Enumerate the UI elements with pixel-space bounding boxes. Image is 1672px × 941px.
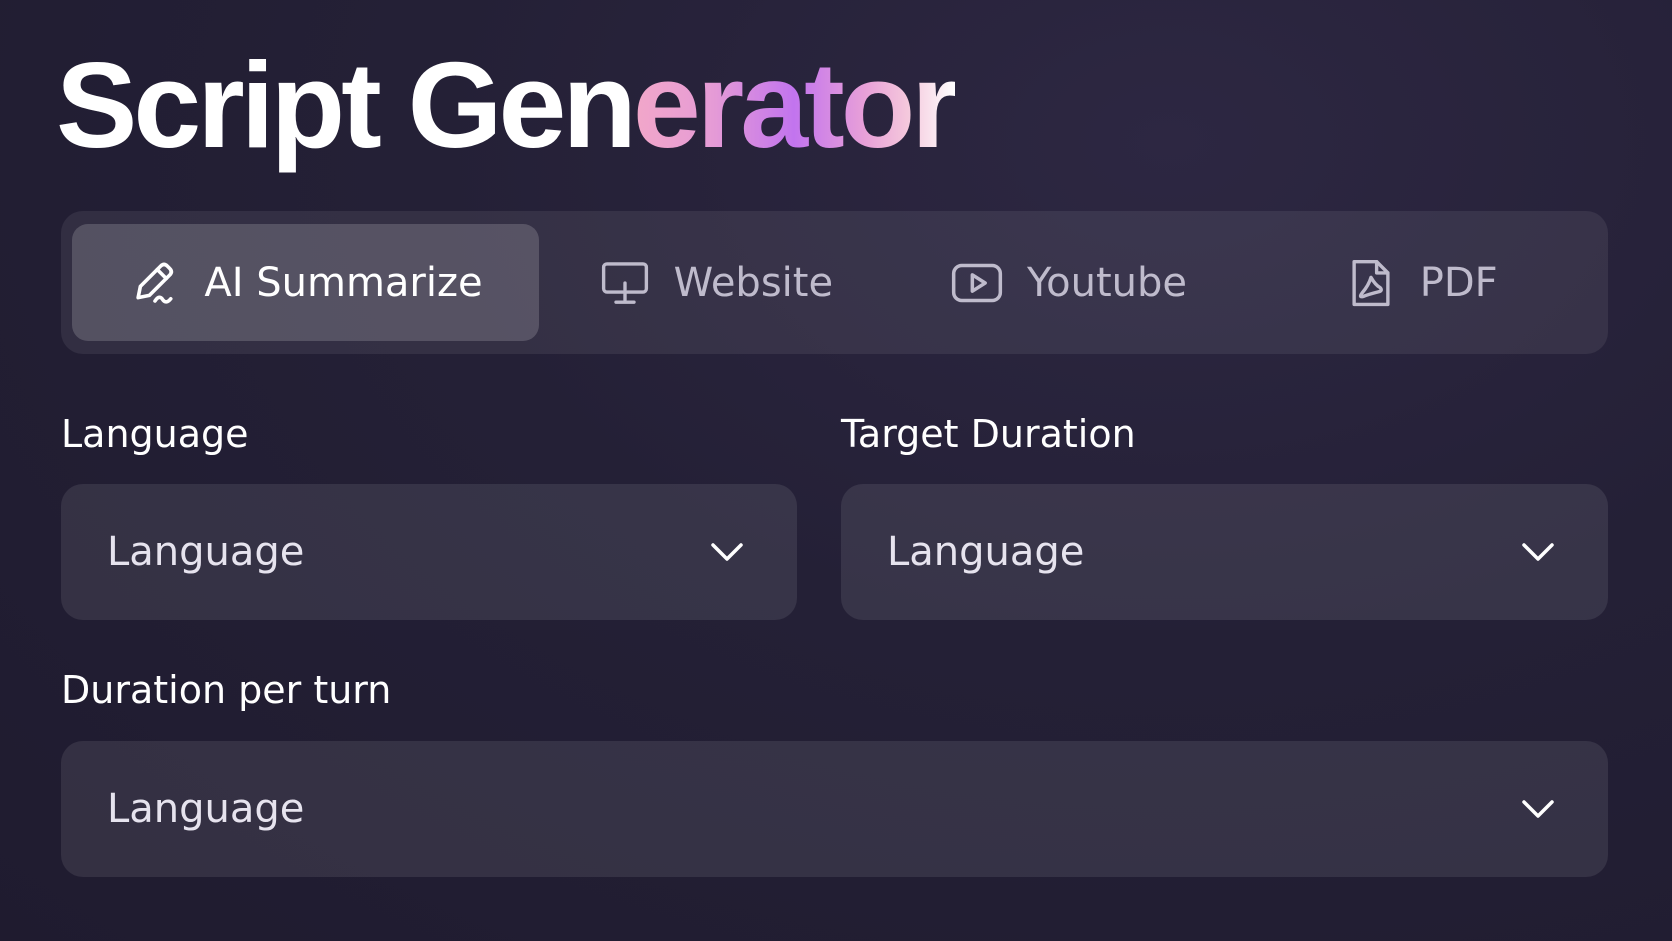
monitor-icon (598, 256, 652, 310)
chevron-down-icon (1518, 532, 1558, 572)
tab-label: Youtube (1027, 259, 1187, 306)
tab-label: PDF (1419, 259, 1498, 306)
source-tabs: AI Summarize Website Youtube PDF (61, 211, 1608, 354)
duration-per-turn-select-value: Language (107, 786, 305, 832)
tab-ai-summarize[interactable]: AI Summarize (72, 224, 539, 341)
target-duration-select-value: Language (887, 529, 1085, 575)
tab-label: Website (673, 259, 834, 306)
chevron-down-icon (1518, 789, 1558, 829)
tab-youtube[interactable]: Youtube (892, 224, 1245, 341)
duration-per-turn-label: Duration per turn (61, 668, 392, 712)
title-accent-text: erator (632, 37, 959, 173)
tab-website[interactable]: Website (539, 224, 892, 341)
language-select-value: Language (107, 529, 305, 575)
tab-pdf[interactable]: PDF (1244, 224, 1597, 341)
target-duration-label: Target Duration (841, 412, 1136, 456)
tab-label: AI Summarize (204, 259, 483, 306)
pdf-icon (1344, 256, 1398, 310)
duration-per-turn-select[interactable]: Language (61, 741, 1608, 877)
title-plain-text: Script Gen (56, 37, 637, 173)
play-icon (949, 255, 1005, 311)
pen-icon (128, 256, 182, 310)
language-label: Language (61, 412, 249, 456)
chevron-down-icon (707, 532, 747, 572)
target-duration-select[interactable]: Language (841, 484, 1608, 620)
language-select[interactable]: Language (61, 484, 797, 620)
page-title: Script Generator (56, 37, 959, 173)
